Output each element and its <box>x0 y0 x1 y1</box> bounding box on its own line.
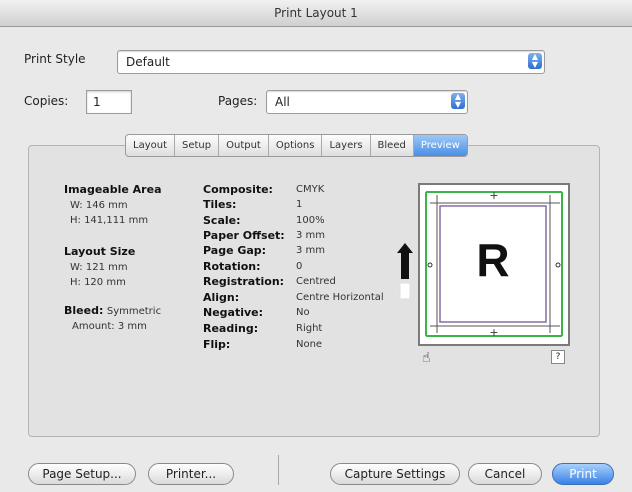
printer-button[interactable]: Printer... <box>148 463 234 485</box>
bleed-label: Bleed: <box>64 304 104 317</box>
detail-label: Page Gap: <box>203 244 267 257</box>
chevron-updown-icon: ▲ ▼ <box>528 53 542 69</box>
detail-label: Scale: <box>203 214 241 227</box>
tab-layers[interactable]: Layers <box>322 135 371 156</box>
detail-value: 0 <box>296 261 303 272</box>
print-style-value: Default <box>126 55 170 69</box>
print-style-select[interactable]: Default ▲ ▼ <box>117 50 545 74</box>
copies-label: Copies: <box>24 94 69 108</box>
capture-settings-button[interactable]: Capture Settings <box>330 463 460 485</box>
detail-label: Paper Offset: <box>203 229 285 242</box>
copies-field[interactable]: 1 <box>86 90 132 114</box>
detail-label: Composite: <box>203 183 273 196</box>
layout-height: H: 120 mm <box>70 277 126 288</box>
tab-layout[interactable]: Layout <box>126 135 175 156</box>
pages-select[interactable]: All ▲ ▼ <box>266 90 468 114</box>
tab-output[interactable]: Output <box>219 135 269 156</box>
detail-label: Rotation: <box>203 260 261 273</box>
bleed-amount: Amount: 3 mm <box>72 321 147 332</box>
imageable-width: W: 146 mm <box>70 200 128 211</box>
layout-width: W: 121 mm <box>70 262 128 273</box>
chevron-updown-icon: ▲ ▼ <box>451 93 465 109</box>
detail-value: CMYK <box>296 184 325 195</box>
help-icon[interactable]: ? <box>551 350 565 364</box>
detail-value: 3 mm <box>296 245 326 256</box>
tab-bar: Layout Setup Output Options Layers Bleed… <box>125 134 468 157</box>
detail-label: Negative: <box>203 306 264 319</box>
layout-size-heading: Layout Size <box>64 245 136 258</box>
detail-value: Centre Horizontal <box>296 292 384 303</box>
bleed-value: Symmetric <box>106 306 162 317</box>
svg-text:+: + <box>489 189 498 202</box>
bleed-row: Bleed: Symmetric <box>64 304 161 318</box>
detail-label: Align: <box>203 291 240 304</box>
imageable-area-heading: Imageable Area <box>64 183 162 196</box>
feed-direction-icon <box>397 243 413 300</box>
preview-letter: R <box>476 234 510 286</box>
detail-value: Centred <box>296 276 336 287</box>
rotate-hand-icon[interactable]: ☝ <box>422 350 431 366</box>
detail-label: Tiles: <box>203 198 237 211</box>
tab-setup[interactable]: Setup <box>175 135 220 156</box>
detail-value: 3 mm <box>296 230 326 241</box>
print-button[interactable]: Print <box>552 463 614 485</box>
page-setup-button[interactable]: Page Setup... <box>28 463 136 485</box>
tab-preview[interactable]: Preview <box>413 135 467 156</box>
detail-value: 1 <box>296 199 303 210</box>
window-title: Print Layout 1 <box>0 0 632 27</box>
detail-value: No <box>296 307 310 318</box>
imageable-height: H: 141,111 mm <box>70 215 149 226</box>
detail-label: Registration: <box>203 275 285 288</box>
print-style-label: Print Style <box>24 52 86 66</box>
detail-value: 100% <box>296 215 325 226</box>
detail-label: Flip: <box>203 338 231 351</box>
pages-value: All <box>275 95 290 109</box>
svg-text:+: + <box>489 326 498 339</box>
detail-value: Right <box>296 323 323 334</box>
detail-value: None <box>296 339 323 350</box>
detail-label: Reading: <box>203 322 259 335</box>
cancel-button[interactable]: Cancel <box>468 463 542 485</box>
print-preview: + + R <box>418 183 570 346</box>
tab-bleed[interactable]: Bleed <box>371 135 414 156</box>
pages-label: Pages: <box>218 94 258 108</box>
tab-options[interactable]: Options <box>269 135 323 156</box>
divider <box>278 455 279 485</box>
